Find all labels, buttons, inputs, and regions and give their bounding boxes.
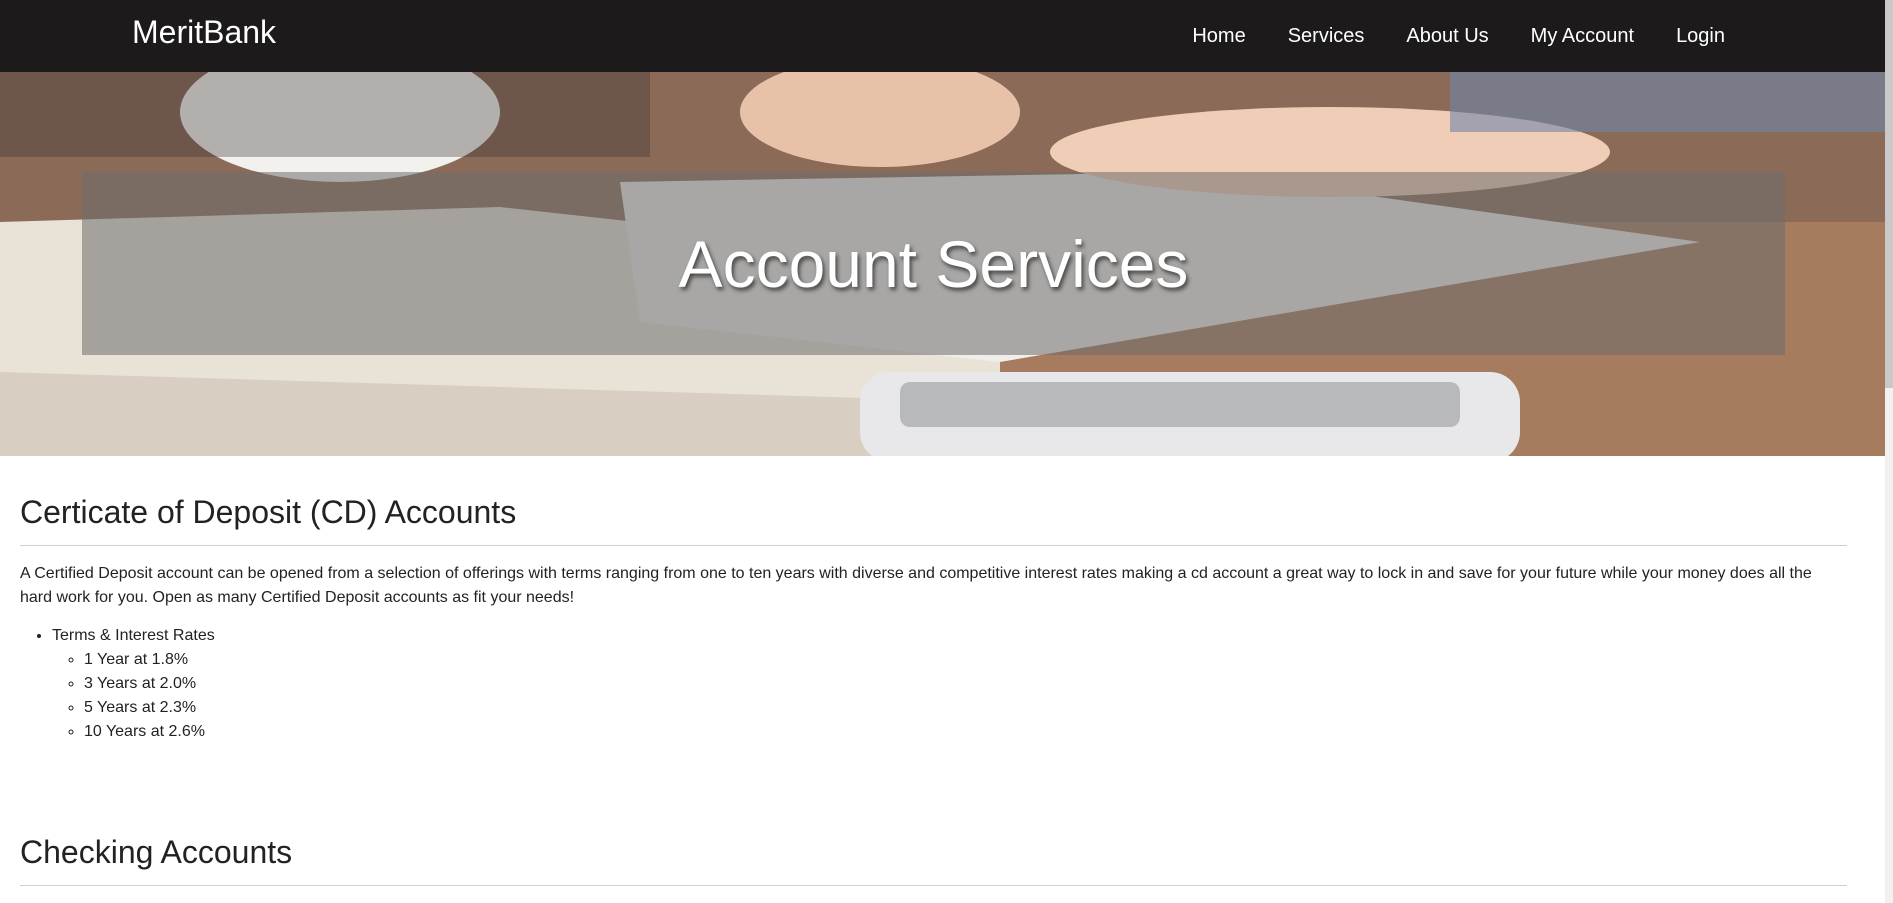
- hero-title-panel: Account Services: [82, 172, 1785, 355]
- cd-accounts-description: A Certified Deposit account can be opene…: [20, 565, 1812, 606]
- cd-accounts-heading: Certicate of Deposit (CD) Accounts: [20, 494, 1847, 546]
- page: MeritBank Home Services About Us My Acco…: [0, 0, 1893, 903]
- rate-item-1-year: 1 Year at 1.8%: [84, 648, 1847, 672]
- rate-item-10-years: 10 Years at 2.6%: [84, 720, 1847, 744]
- main-content: Certicate of Deposit (CD) Accounts A Cer…: [20, 456, 1847, 886]
- nav-link-about-us[interactable]: About Us: [1406, 25, 1488, 48]
- nav-link-login[interactable]: Login: [1676, 25, 1725, 48]
- hero-banner: Account Services: [0, 72, 1885, 456]
- list-item: Terms & Interest Rates 1 Year at 1.8% 3 …: [52, 624, 1847, 744]
- scrollbar-thumb[interactable]: [1885, 0, 1893, 388]
- nav-link-services[interactable]: Services: [1288, 25, 1365, 48]
- nav-link-home[interactable]: Home: [1192, 25, 1245, 48]
- rates-list: 1 Year at 1.8% 3 Years at 2.0% 5 Years a…: [52, 648, 1847, 744]
- checking-accounts-heading: Checking Accounts: [20, 834, 1847, 886]
- terms-heading: Terms & Interest Rates: [52, 627, 215, 644]
- cd-accounts-section: Certicate of Deposit (CD) Accounts A Cer…: [20, 494, 1847, 744]
- top-navbar: MeritBank Home Services About Us My Acco…: [0, 0, 1885, 72]
- rate-item-5-years: 5 Years at 2.3%: [84, 696, 1847, 720]
- main-nav: Home Services About Us My Account Login: [1150, 0, 1725, 72]
- page-title: Account Services: [678, 226, 1189, 301]
- nav-link-my-account[interactable]: My Account: [1531, 25, 1634, 48]
- vertical-scrollbar[interactable]: [1885, 0, 1893, 903]
- checking-accounts-section: Checking Accounts: [20, 834, 1847, 886]
- rate-item-3-years: 3 Years at 2.0%: [84, 672, 1847, 696]
- brand-logo-link[interactable]: MeritBank: [132, 14, 276, 51]
- cd-terms-list: Terms & Interest Rates 1 Year at 1.8% 3 …: [20, 624, 1847, 744]
